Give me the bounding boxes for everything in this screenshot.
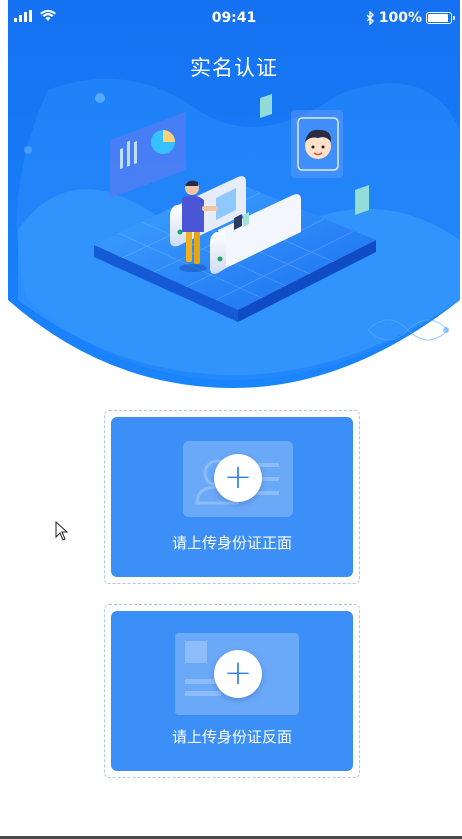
upload-id-back-card[interactable]: + 请上传身份证反面 <box>104 604 360 778</box>
bluetooth-icon <box>366 11 374 25</box>
mouse-cursor-icon <box>55 521 69 541</box>
upload-back-label: 请上传身份证反面 <box>171 728 292 746</box>
page-title: 实名认证 <box>190 56 278 80</box>
status-bar: 09:41 100% <box>8 0 460 36</box>
plus-icon[interactable]: + <box>214 454 262 502</box>
plus-icon[interactable]: + <box>214 650 262 698</box>
battery-icon <box>426 12 455 24</box>
battery-fill <box>428 14 448 22</box>
status-right: 100% <box>366 10 455 26</box>
battery-percent: 100% <box>378 10 422 26</box>
app-screen: 09:41 100% 实名认证 + 请上传身份证正面 + 请上传身份证反面 <box>8 0 460 839</box>
upload-id-back-area[interactable]: + 请上传身份证反面 <box>111 611 353 771</box>
upload-id-front-area[interactable]: + 请上传身份证正面 <box>111 417 353 577</box>
upload-id-front-card[interactable]: + 请上传身份证正面 <box>104 410 360 584</box>
upload-front-label: 请上传身份证正面 <box>171 534 292 552</box>
hero-banner: 09:41 100% 实名认证 <box>8 0 460 390</box>
